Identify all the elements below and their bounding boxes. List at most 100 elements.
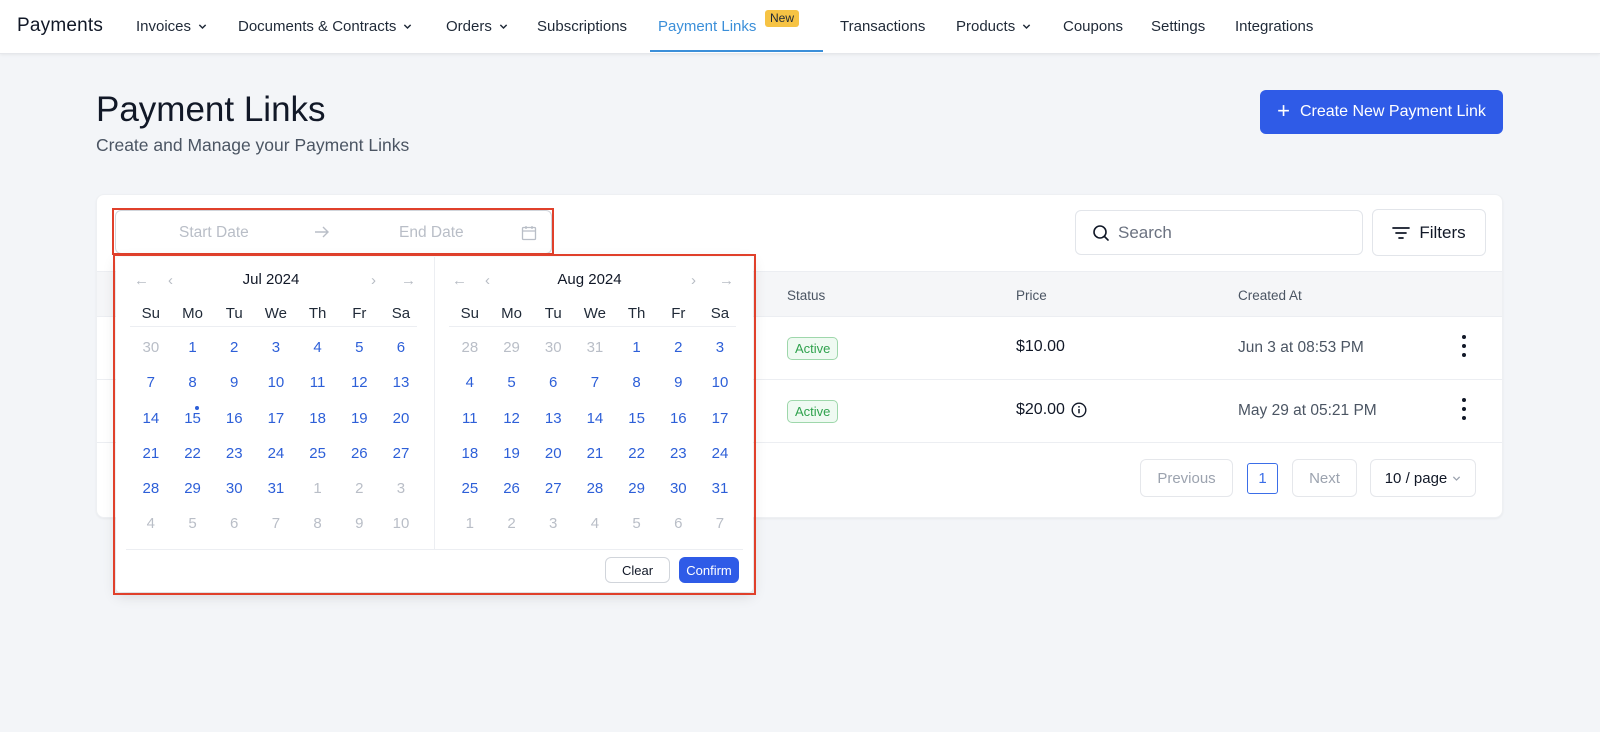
calendar-day[interactable]: 2 [213,330,255,365]
calendar-day[interactable]: 30 [213,471,255,506]
calendar-day[interactable]: 15 [616,401,658,436]
nav-documents-contracts[interactable]: Documents & Contracts [238,18,412,35]
calendar-day[interactable]: 9 [338,506,380,541]
calendar-day[interactable]: 21 [574,436,616,471]
calendar-day[interactable]: 26 [338,436,380,471]
prev-year-icon[interactable]: ← [452,272,467,289]
calendar-day[interactable]: 26 [491,471,533,506]
nav-transactions[interactable]: Transactions [840,18,925,35]
calendar-day[interactable]: 3 [255,330,297,365]
calendar-day[interactable]: 28 [574,471,616,506]
calendar-day[interactable]: 29 [616,471,658,506]
calendar-day[interactable]: 6 [532,365,574,400]
calendar-day[interactable]: 1 [616,330,658,365]
calendar-day[interactable]: 23 [657,436,699,471]
calendar-day[interactable]: 11 [297,365,339,400]
clear-button[interactable]: Clear [605,557,670,583]
calendar-day[interactable]: 11 [449,401,491,436]
calendar-day[interactable]: 21 [130,436,172,471]
calendar-day[interactable]: 2 [491,506,533,541]
calendar-day[interactable]: 4 [449,365,491,400]
calendar-day[interactable]: 27 [380,436,422,471]
calendar-day[interactable]: 18 [449,436,491,471]
calendar-day[interactable]: 17 [699,401,741,436]
calendar-day[interactable]: 31 [255,471,297,506]
calendar-day[interactable]: 28 [130,471,172,506]
calendar-day[interactable]: 1 [449,506,491,541]
calendar-day[interactable]: 6 [213,506,255,541]
calendar-day[interactable]: 3 [532,506,574,541]
info-icon[interactable] [1071,402,1087,418]
next-month-icon[interactable]: › [371,272,376,289]
row-actions-icon[interactable] [1459,398,1469,420]
calendar-day[interactable]: 6 [657,506,699,541]
calendar-day[interactable]: 13 [532,401,574,436]
nav-payment-links[interactable]: Payment Links [658,18,756,35]
next-month-icon[interactable]: › [691,272,696,289]
calendar-day[interactable]: 5 [338,330,380,365]
calendar-day[interactable]: 6 [380,330,422,365]
calendar-day[interactable]: 19 [338,401,380,436]
next-year-icon[interactable]: → [719,272,734,289]
create-payment-link-button[interactable]: + Create New Payment Link [1260,90,1503,134]
nav-invoices[interactable]: Invoices [136,18,207,35]
calendar-day[interactable]: 9 [213,365,255,400]
calendar-day[interactable]: 12 [338,365,380,400]
next-year-icon[interactable]: → [401,272,416,289]
calendar-day[interactable]: 3 [699,330,741,365]
calendar-day[interactable]: 24 [699,436,741,471]
page-number-button[interactable]: 1 [1247,463,1278,494]
calendar-day[interactable]: 19 [491,436,533,471]
calendar-day[interactable]: 24 [255,436,297,471]
calendar-day[interactable]: 22 [616,436,658,471]
calendar-day[interactable]: 10 [699,365,741,400]
page-size-select[interactable]: 10 / page [1370,459,1476,497]
calendar-day[interactable]: 7 [130,365,172,400]
nav-orders[interactable]: Orders [446,18,508,35]
calendar-day[interactable]: 4 [297,330,339,365]
calendar-day[interactable]: 16 [657,401,699,436]
nav-integrations[interactable]: Integrations [1235,18,1313,35]
calendar-day[interactable]: 12 [491,401,533,436]
next-page-button[interactable]: Next [1292,459,1357,497]
calendar-day[interactable]: 18 [297,401,339,436]
calendar-day[interactable]: 25 [297,436,339,471]
calendar-day[interactable]: 30 [657,471,699,506]
calendar-day[interactable]: 7 [699,506,741,541]
calendar-day[interactable]: 7 [255,506,297,541]
calendar-day[interactable]: 4 [574,506,616,541]
calendar-day[interactable]: 29 [491,330,533,365]
calendar-day[interactable]: 27 [532,471,574,506]
calendar-day[interactable]: 20 [532,436,574,471]
calendar-day[interactable]: 5 [172,506,214,541]
search-input[interactable]: Search [1075,210,1363,255]
calendar-day[interactable]: 14 [574,401,616,436]
calendar-day[interactable]: 5 [491,365,533,400]
calendar-day[interactable]: 5 [616,506,658,541]
calendar-day[interactable]: 7 [574,365,616,400]
calendar-day[interactable]: 8 [616,365,658,400]
calendar-day[interactable]: 17 [255,401,297,436]
nav-subscriptions[interactable]: Subscriptions [537,18,627,35]
calendar-day[interactable]: 20 [380,401,422,436]
calendar-day[interactable]: 31 [574,330,616,365]
filters-button[interactable]: Filters [1372,209,1486,256]
calendar-day[interactable]: 8 [297,506,339,541]
calendar-day[interactable]: 31 [699,471,741,506]
previous-page-button[interactable]: Previous [1140,459,1233,497]
calendar-day[interactable]: 3 [380,471,422,506]
row-actions-icon[interactable] [1459,335,1469,357]
confirm-button[interactable]: Confirm [679,557,739,583]
calendar-day[interactable]: 29 [172,471,214,506]
prev-month-icon[interactable]: ‹ [485,272,490,289]
calendar-day[interactable]: 8 [172,365,214,400]
calendar-day[interactable]: 30 [532,330,574,365]
calendar-day[interactable]: 13 [380,365,422,400]
nav-settings[interactable]: Settings [1151,18,1205,35]
calendar-day[interactable]: 1 [172,330,214,365]
calendar-day[interactable]: 10 [380,506,422,541]
calendar-day[interactable]: 15 [172,401,214,436]
nav-products[interactable]: Products [956,18,1031,35]
calendar-day[interactable]: 25 [449,471,491,506]
calendar-day[interactable]: 28 [449,330,491,365]
